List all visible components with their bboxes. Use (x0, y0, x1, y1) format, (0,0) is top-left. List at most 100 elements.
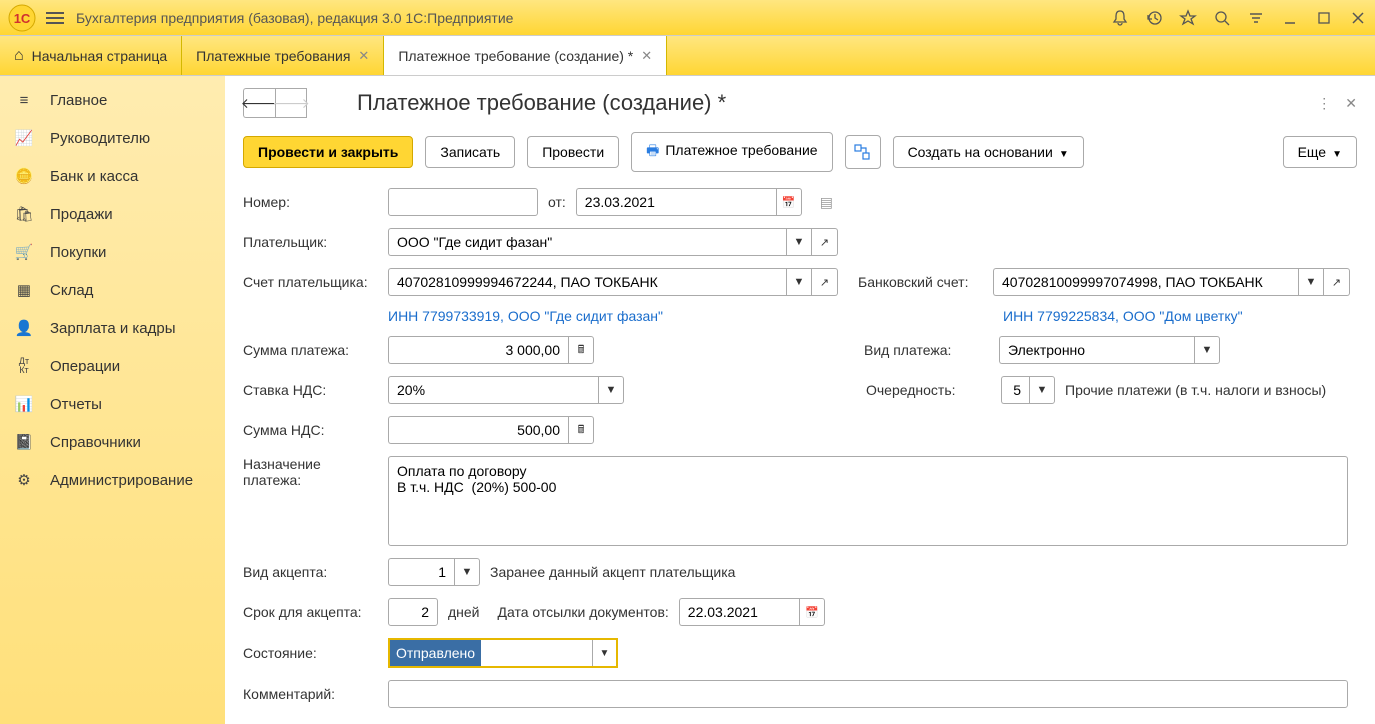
tab-payment-request-create[interactable]: Платежное требование (создание) * ✕ (384, 36, 667, 75)
create-based-on-button[interactable]: Создать на основании ▼ (893, 136, 1084, 168)
accept-term-label: Срок для акцепта: (243, 604, 378, 620)
priority-input[interactable] (1001, 376, 1029, 404)
maximize-icon[interactable] (1315, 9, 1333, 27)
days-label: дней (448, 604, 480, 620)
chevron-down-icon[interactable]: ▼ (1194, 336, 1220, 364)
bell-icon[interactable] (1111, 9, 1129, 27)
star-icon[interactable] (1179, 9, 1197, 27)
sidebar-item-admin[interactable]: ⚙Администрирование (0, 461, 225, 499)
sidebar-item-hr[interactable]: 👤Зарплата и кадры (0, 309, 225, 347)
pay-type-input[interactable] (999, 336, 1194, 364)
print-button[interactable]: 🖶Платежное требование (631, 132, 832, 172)
sidebar-label: Справочники (50, 434, 141, 451)
sidebar-item-bank[interactable]: 🪙Банк и касса (0, 157, 225, 195)
bag-icon: 🛍 (14, 205, 34, 223)
chevron-down-icon[interactable]: ▼ (1298, 268, 1324, 296)
search-icon[interactable] (1213, 9, 1231, 27)
chevron-down-icon[interactable]: ▼ (1029, 376, 1055, 404)
app-logo-icon: 1С (8, 4, 36, 32)
ot-label: от: (548, 194, 566, 210)
chevron-down-icon[interactable]: ▼ (786, 268, 812, 296)
sidebar: ≡Главное 📈Руководителю 🪙Банк и касса 🛍 Пр… (0, 76, 225, 724)
purpose-textarea[interactable] (388, 456, 1348, 546)
sidebar-label: Склад (50, 282, 93, 299)
app-title: Бухгалтерия предприятия (базовая), редак… (76, 10, 1111, 26)
titlebar-right (1111, 9, 1367, 27)
close-icon[interactable] (1349, 9, 1367, 27)
priority-label: Очередность: (866, 382, 991, 398)
tab-label: Начальная страница (32, 48, 167, 64)
history-icon[interactable] (1145, 9, 1163, 27)
sidebar-label: Операции (50, 358, 120, 375)
filter-icon[interactable] (1247, 9, 1265, 27)
minimize-icon[interactable] (1281, 9, 1299, 27)
bank-account-label: Банковский счет: (858, 274, 983, 290)
number-label: Номер: (243, 194, 378, 210)
doc-icon[interactable]: ▤ (820, 194, 833, 211)
chevron-down-icon[interactable]: ▼ (598, 376, 624, 404)
comment-input[interactable] (388, 680, 1348, 708)
close-form-icon[interactable]: ✕ (1345, 95, 1357, 112)
sidebar-label: Зарплата и кадры (50, 320, 176, 337)
nav-back-button[interactable]: 🡐 (243, 88, 275, 118)
open-icon[interactable]: ↗ (1324, 268, 1350, 296)
chevron-down-icon: ▼ (1059, 149, 1069, 160)
payer-label: Плательщик: (243, 234, 378, 250)
sidebar-label: Руководителю (50, 130, 150, 147)
vat-sum-input[interactable] (388, 416, 568, 444)
chevron-down-icon: ▼ (1332, 149, 1342, 160)
tab-home[interactable]: ⌂ Начальная страница (0, 36, 182, 75)
more-label: Еще (1298, 144, 1327, 160)
calendar-icon[interactable]: 📅 (776, 188, 802, 216)
open-icon[interactable]: ↗ (812, 268, 838, 296)
calculator-icon[interactable]: 🖩 (568, 336, 594, 364)
sidebar-item-reports[interactable]: 📊Отчеты (0, 385, 225, 423)
number-input[interactable] (388, 188, 538, 216)
post-button[interactable]: Провести (527, 136, 619, 168)
calculator-icon[interactable]: 🖩 (568, 416, 594, 444)
sidebar-label: Покупки (50, 244, 106, 261)
kebab-icon[interactable]: ⋮ (1317, 95, 1331, 112)
chevron-down-icon[interactable]: ▼ (592, 640, 616, 666)
date-input[interactable] (576, 188, 776, 216)
purpose-label: Назначение платежа: (243, 456, 378, 488)
printer-icon: 🖶 (646, 142, 659, 158)
payer-input[interactable] (388, 228, 786, 256)
sidebar-item-manager[interactable]: 📈Руководителю (0, 119, 225, 157)
svg-text:1С: 1С (14, 11, 31, 26)
sidebar-item-sales[interactable]: 🛍 Продажи (0, 195, 225, 233)
more-button[interactable]: Еще ▼ (1283, 136, 1357, 168)
structure-button[interactable] (845, 135, 881, 169)
based-on-label: Создать на основании (908, 144, 1053, 160)
close-tab-icon[interactable]: ✕ (641, 48, 652, 64)
send-date-label: Дата отсылки документов: (498, 604, 669, 620)
sidebar-item-refs[interactable]: 📓Справочники (0, 423, 225, 461)
own-inn-link[interactable]: ИНН 7799225834, ООО "Дом цветку" (1003, 308, 1243, 324)
vat-rate-input[interactable] (388, 376, 598, 404)
sidebar-item-operations[interactable]: ДтКтОперации (0, 347, 225, 385)
payer-inn-link[interactable]: ИНН 7799733919, ООО "Где сидит фазан" (388, 308, 848, 324)
close-tab-icon[interactable]: ✕ (358, 48, 369, 64)
accept-term-input[interactable] (388, 598, 438, 626)
accept-type-input[interactable] (388, 558, 454, 586)
open-icon[interactable]: ↗ (812, 228, 838, 256)
hamburger-icon[interactable] (44, 9, 66, 27)
sidebar-item-warehouse[interactable]: ▦Склад (0, 271, 225, 309)
chevron-down-icon[interactable]: ▼ (454, 558, 480, 586)
tab-payment-requests[interactable]: Платежные требования ✕ (182, 36, 384, 75)
post-and-close-button[interactable]: Провести и закрыть (243, 136, 413, 168)
chevron-down-icon[interactable]: ▼ (786, 228, 812, 256)
bank-account-input[interactable] (993, 268, 1298, 296)
sidebar-item-purchases[interactable]: 🛒Покупки (0, 233, 225, 271)
sidebar-label: Продажи (50, 206, 113, 223)
state-value: Отправлено (390, 640, 481, 666)
state-select[interactable]: Отправлено ▼ (388, 638, 618, 668)
sum-input[interactable] (388, 336, 568, 364)
save-button[interactable]: Записать (425, 136, 515, 168)
nav-forward-button[interactable]: 🡒 (275, 88, 307, 118)
calendar-icon[interactable]: 📅 (799, 598, 825, 626)
send-date-input[interactable] (679, 598, 799, 626)
home-icon: ⌂ (14, 47, 24, 65)
payer-account-input[interactable] (388, 268, 786, 296)
sidebar-item-main[interactable]: ≡Главное (0, 82, 225, 119)
